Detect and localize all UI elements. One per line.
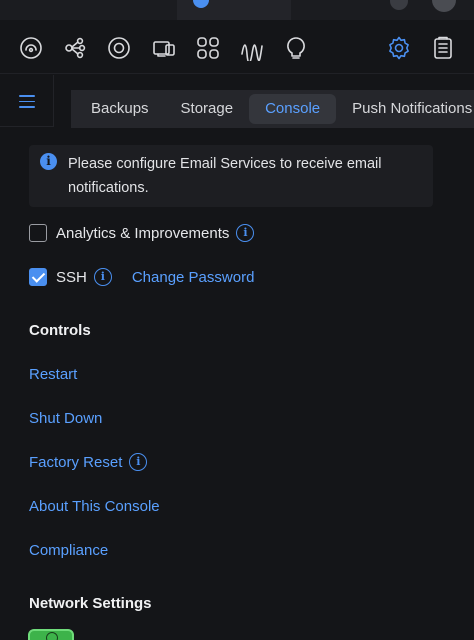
sidebar-toggle-panel [0, 75, 54, 127]
factory-reset-link[interactable]: Factory Reset [29, 454, 122, 471]
analytics-label: Analytics & Improvements [56, 224, 230, 242]
user-avatar[interactable] [432, 0, 456, 12]
globe-icon [46, 632, 58, 640]
main-navigation-bar [0, 20, 474, 74]
ssh-option: SSH i Change Password [29, 268, 254, 286]
tab-console[interactable]: Console [249, 94, 337, 124]
info-icon: i [40, 153, 57, 170]
network-globe-button[interactable] [28, 629, 74, 640]
compliance-link[interactable]: Compliance [29, 542, 108, 559]
alerts-icon[interactable] [283, 35, 309, 61]
logs-icon[interactable] [430, 35, 456, 61]
change-password-link[interactable]: Change Password [132, 269, 255, 286]
dashboard-icon[interactable] [18, 35, 44, 61]
top-window-strip [0, 0, 474, 20]
analytics-option: Analytics & Improvements i [29, 224, 255, 242]
tab-storage[interactable]: Storage [165, 94, 250, 124]
analytics-checkbox[interactable] [29, 224, 47, 242]
notification-avatar[interactable] [388, 0, 410, 12]
clients-icon[interactable] [151, 35, 177, 61]
devices-icon[interactable] [106, 35, 132, 61]
email-info-banner: i Please configure Email Services to rec… [29, 145, 433, 207]
restart-link[interactable]: Restart [29, 366, 77, 383]
settings-icon[interactable] [386, 35, 412, 61]
statistics-icon[interactable] [239, 35, 265, 61]
network-settings-heading: Network Settings [29, 595, 152, 612]
settings-tabs: Backups Storage Console Push Notificatio… [71, 90, 474, 128]
ssh-checkbox[interactable] [29, 268, 47, 286]
shutdown-link[interactable]: Shut Down [29, 410, 102, 427]
controls-heading: Controls [29, 322, 91, 339]
hamburger-menu-icon[interactable] [19, 95, 35, 109]
insights-icon[interactable] [195, 35, 221, 61]
ssh-label: SSH [56, 268, 87, 286]
tab-backups[interactable]: Backups [75, 94, 165, 124]
ssh-info-icon[interactable]: i [93, 268, 112, 286]
about-console-link[interactable]: About This Console [29, 498, 160, 515]
tab-push-notifications[interactable]: Push Notifications [336, 94, 474, 124]
factory-reset-row: Factory Reset i [29, 453, 148, 471]
banner-message: Please configure Email Services to recei… [68, 156, 382, 196]
topology-icon[interactable] [62, 35, 88, 61]
analytics-info-icon[interactable]: i [236, 224, 255, 242]
factory-reset-info-icon[interactable]: i [129, 453, 148, 471]
